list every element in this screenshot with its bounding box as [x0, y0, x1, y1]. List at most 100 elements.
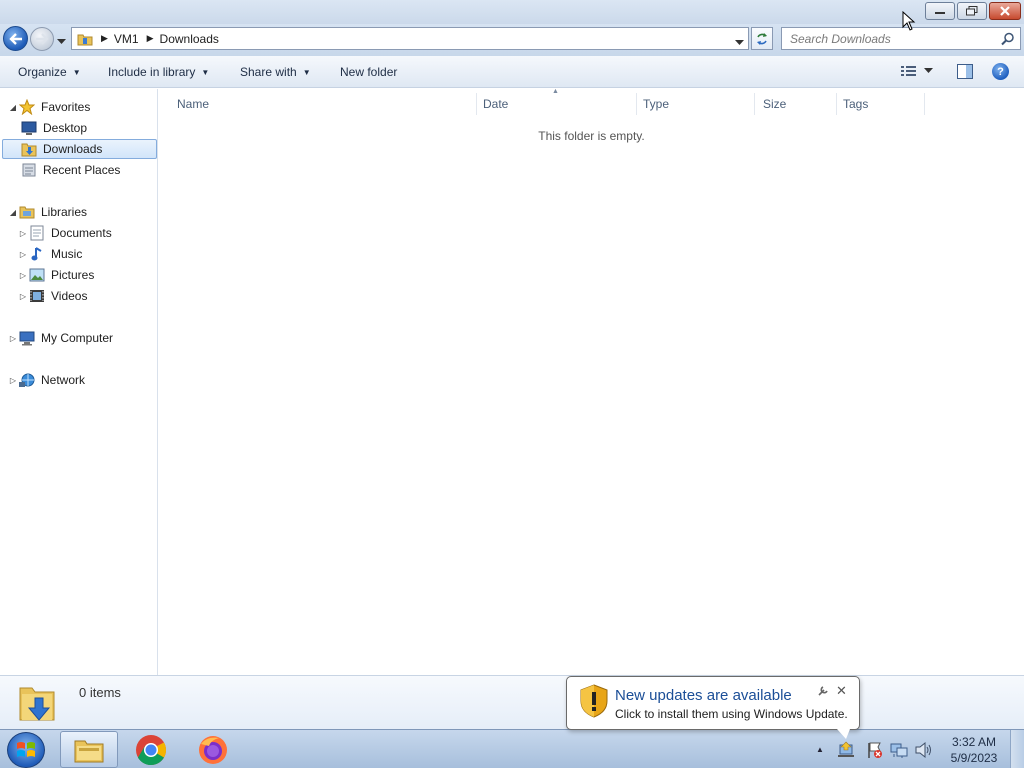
action-center-flag-icon[interactable] [866, 741, 884, 759]
nav-libraries[interactable]: ◢ Libraries [8, 202, 156, 222]
collapse-arrow-icon[interactable]: ▷ [18, 271, 28, 280]
include-in-library-button[interactable]: Include in library ▼ [108, 65, 209, 79]
search-input[interactable] [790, 31, 990, 46]
expand-arrow-icon[interactable]: ◢ [8, 208, 18, 217]
forward-arrow-icon [36, 33, 49, 45]
column-header-type[interactable]: Type [625, 93, 755, 115]
share-with-label: Share with [240, 65, 297, 79]
nav-desktop[interactable]: Desktop [20, 118, 156, 138]
empty-folder-message: This folder is empty. [538, 129, 645, 143]
network-status-icon[interactable] [890, 741, 908, 759]
command-bar: Organize ▼ Include in library ▼ Share wi… [0, 56, 1024, 88]
view-details-icon [901, 66, 916, 76]
clock-time: 3:32 AM [951, 735, 997, 749]
breadcrumb-vm1[interactable]: VM1 [114, 32, 139, 46]
nav-favorites[interactable]: ◢ Favorites [8, 97, 156, 117]
back-arrow-icon [8, 32, 22, 45]
music-icon [28, 246, 46, 262]
collapse-arrow-icon[interactable]: ▷ [18, 250, 28, 259]
collapse-arrow-icon[interactable]: ▷ [8, 334, 18, 343]
close-button[interactable] [989, 2, 1021, 20]
column-header-size[interactable]: Size [745, 93, 837, 115]
include-in-library-label: Include in library [108, 65, 196, 79]
start-button[interactable] [7, 732, 45, 768]
window-titlebar [0, 0, 1024, 24]
refresh-icon [757, 32, 767, 45]
volume-icon[interactable] [914, 741, 932, 759]
notification-text[interactable]: Click to install them using Windows Upda… [615, 707, 848, 721]
libraries-icon [18, 204, 36, 220]
notification-title[interactable]: New updates are available [615, 687, 792, 704]
pictures-icon [28, 267, 46, 283]
nav-network[interactable]: ▷ Network [8, 370, 156, 390]
nav-music[interactable]: ▷ Music [18, 244, 156, 264]
help-icon[interactable]: ? [992, 63, 1009, 80]
nav-documents[interactable]: ▷ Documents [18, 223, 156, 243]
show-hidden-icons-button[interactable]: ▲ [816, 745, 824, 754]
collapse-arrow-icon[interactable]: ▷ [8, 376, 18, 385]
windows-update-tray-icon[interactable] [837, 741, 855, 759]
address-bar[interactable]: ▶ VM1 ▶ Downloads [71, 27, 749, 50]
expand-arrow-icon[interactable]: ◢ [8, 103, 18, 112]
taskbar-chrome-button[interactable] [122, 731, 180, 768]
recent-pages-dropdown[interactable] [57, 34, 66, 48]
organize-button[interactable]: Organize ▼ [18, 65, 81, 79]
nav-documents-label: Documents [51, 226, 112, 240]
search-icon[interactable] [1001, 32, 1015, 46]
downloads-folder-icon [20, 141, 38, 157]
close-icon[interactable]: ✕ [836, 683, 847, 699]
navigation-pane: ◢ Favorites Desktop Downloads Recent Pla… [0, 89, 158, 675]
breadcrumb-separator-icon[interactable]: ▶ [101, 33, 108, 44]
system-clock[interactable]: 3:32 AM 5/9/2023 [944, 734, 1004, 766]
restore-button[interactable] [957, 2, 987, 20]
breadcrumb-downloads[interactable]: Downloads [160, 32, 219, 46]
firefox-icon [199, 735, 227, 764]
breadcrumb-separator-icon[interactable]: ▶ [147, 33, 154, 44]
minimize-button[interactable] [925, 2, 955, 20]
nav-my-computer-label: My Computer [41, 331, 114, 345]
column-header-tags[interactable]: Tags [825, 93, 925, 115]
chevron-down-icon: ▼ [302, 67, 311, 77]
file-list[interactable]: Name Date Type Size Tags ▲ This folder i… [159, 88, 1024, 675]
column-header-date[interactable]: Date [465, 93, 637, 115]
nav-videos-label: Videos [51, 289, 88, 303]
refresh-button[interactable] [751, 27, 773, 50]
nav-network-label: Network [41, 373, 86, 387]
update-notification-balloon[interactable]: New updates are available Click to insta… [566, 676, 860, 739]
nav-videos[interactable]: ▷ Videos [18, 286, 156, 306]
taskbar-firefox-button[interactable] [184, 731, 242, 768]
nav-recent-places-label: Recent Places [43, 163, 121, 177]
taskbar-explorer-button[interactable] [60, 731, 118, 768]
wrench-icon[interactable] [817, 685, 829, 697]
share-with-button[interactable]: Share with ▼ [240, 65, 311, 79]
collapse-arrow-icon[interactable]: ▷ [18, 229, 28, 238]
back-button[interactable] [3, 26, 28, 51]
documents-icon [28, 225, 46, 241]
balloon-pointer [837, 729, 850, 739]
collapse-arrow-icon[interactable]: ▷ [18, 292, 28, 301]
show-desktop-button[interactable] [1010, 730, 1024, 768]
address-history-dropdown[interactable] [735, 35, 744, 49]
nav-recent-places[interactable]: Recent Places [20, 160, 156, 180]
search-box[interactable] [781, 27, 1021, 50]
column-header-name[interactable]: Name [159, 93, 477, 115]
mouse-cursor-icon [902, 11, 916, 31]
change-view-button[interactable] [900, 64, 933, 78]
nav-pictures[interactable]: ▷ Pictures [18, 265, 156, 285]
minimize-icon [935, 12, 945, 14]
close-icon [1000, 6, 1010, 16]
new-folder-button[interactable]: New folder [340, 65, 397, 79]
star-icon [18, 99, 36, 115]
sort-indicator-icon: ▲ [552, 88, 559, 95]
preview-pane-button[interactable] [957, 64, 973, 82]
nav-music-label: Music [51, 247, 83, 261]
forward-button[interactable] [30, 27, 54, 51]
nav-favorites-label: Favorites [41, 100, 91, 114]
restore-icon [966, 6, 978, 16]
chevron-down-icon[interactable] [924, 68, 933, 74]
computer-icon [18, 330, 36, 346]
nav-pictures-label: Pictures [51, 268, 95, 282]
nav-my-computer[interactable]: ▷ My Computer [8, 328, 156, 348]
desktop-icon [20, 120, 38, 136]
nav-downloads[interactable]: Downloads [2, 139, 157, 159]
